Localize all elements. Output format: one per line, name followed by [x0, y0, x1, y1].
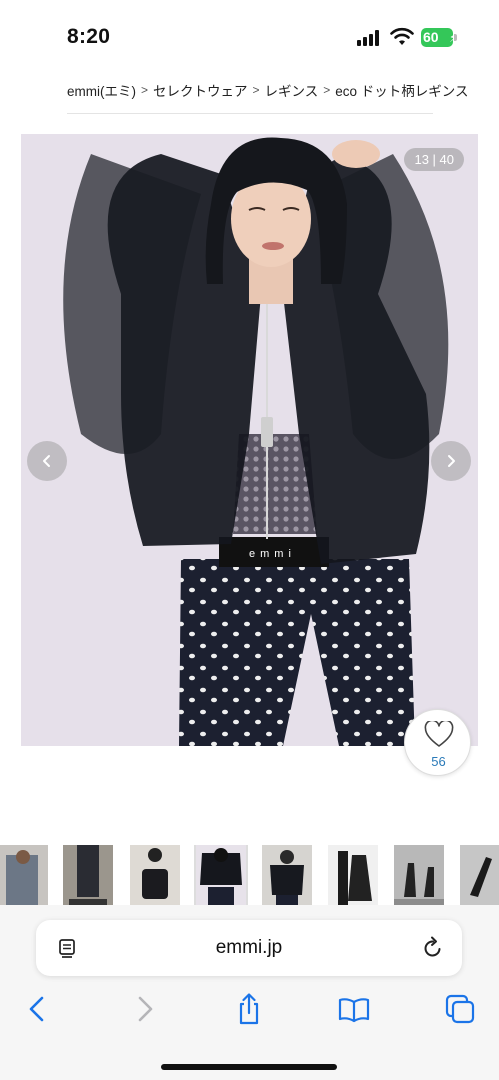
gallery-next-button[interactable] [431, 441, 471, 481]
thumbnail-1[interactable] [0, 845, 48, 911]
cellular-signal-icon [357, 30, 383, 46]
product-photo: emmi [21, 134, 478, 746]
thumbnail-5[interactable] [262, 845, 312, 911]
breadcrumb-item-brand[interactable]: emmi(エミ) [67, 80, 136, 100]
breadcrumb-separator: > [323, 83, 331, 97]
url-text: emmi.jp [215, 937, 283, 958]
wifi-icon [390, 27, 414, 45]
bookmarks-icon[interactable] [337, 992, 371, 1026]
breadcrumb-item-product: eco ドット柄レギンス [335, 84, 469, 99]
waistband-logo: emmi [249, 548, 296, 560]
like-button[interactable]: 56 [404, 709, 471, 776]
breadcrumb: emmi(エミ) > セレクトウェア > レギンス > eco ドット柄レギンス [67, 80, 469, 100]
forward-icon[interactable] [127, 992, 161, 1026]
thumbnail-strip [0, 845, 499, 911]
thumbnail-7[interactable] [394, 845, 444, 911]
thumbnail-2[interactable] [63, 845, 113, 911]
status-bar: 8:20 60 ⚡ [0, 0, 499, 74]
breadcrumb-separator: > [141, 83, 149, 97]
status-time: 8:20 [67, 25, 111, 48]
battery-level: 60 [423, 29, 439, 45]
chevron-left-icon [43, 455, 50, 467]
thumbnail-6[interactable] [328, 845, 378, 911]
thumbnail-3[interactable] [130, 845, 180, 911]
breadcrumb-item-category[interactable]: セレクトウェア [153, 80, 248, 100]
tabs-icon[interactable] [443, 992, 477, 1026]
chevron-right-icon [448, 455, 455, 467]
like-count: 56 [431, 754, 446, 769]
battery-icon: 60 ⚡ [421, 28, 457, 47]
product-main-image[interactable]: emmi 13 | 40 [21, 134, 478, 746]
reload-icon[interactable] [422, 936, 444, 960]
thumbnail-8[interactable] [460, 845, 499, 911]
gallery-prev-button[interactable] [27, 441, 67, 481]
image-counter: 13 | 40 [404, 148, 464, 171]
breadcrumb-item-subcategory[interactable]: レギンス [265, 80, 319, 100]
heart-outline-icon [424, 721, 454, 747]
home-indicator [161, 1064, 337, 1070]
address-bar[interactable]: emmi.jp [36, 920, 462, 976]
divider [67, 113, 433, 114]
share-icon[interactable] [232, 992, 266, 1026]
breadcrumb-separator: > [252, 83, 260, 97]
back-icon[interactable] [21, 992, 55, 1026]
thumbnail-4-active[interactable] [194, 845, 248, 911]
